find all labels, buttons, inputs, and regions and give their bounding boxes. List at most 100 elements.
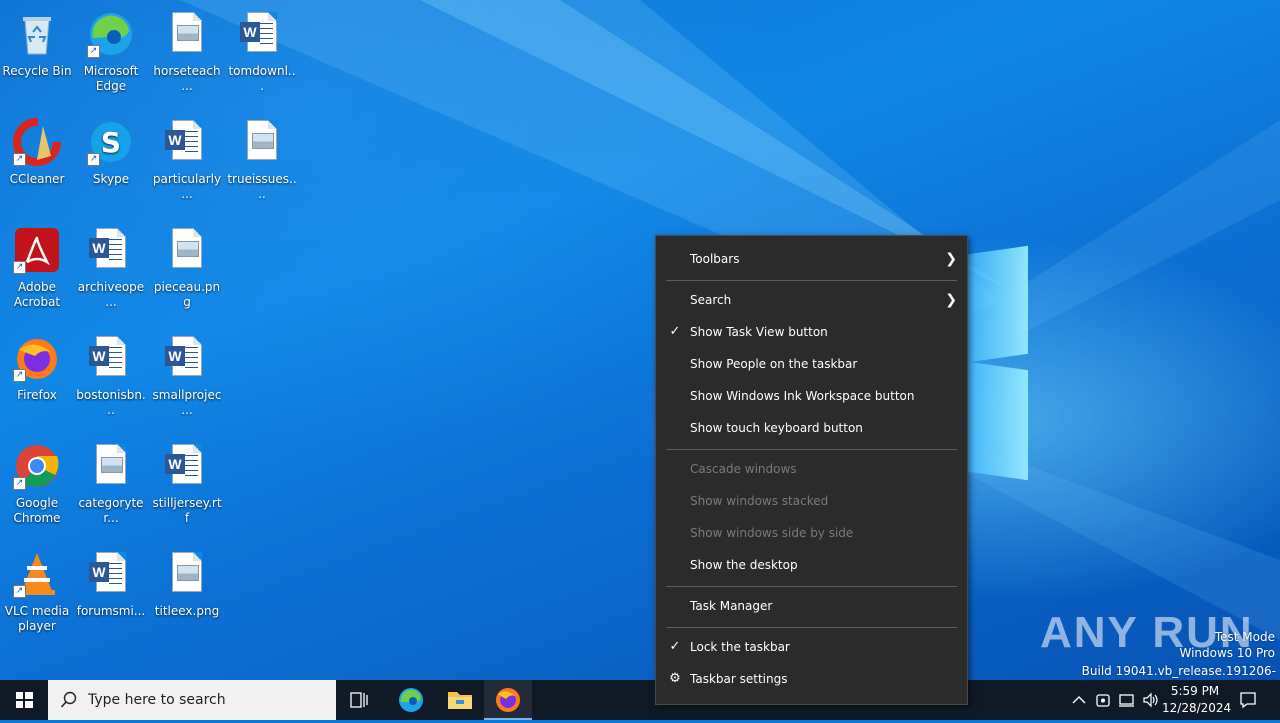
taskbar-clock[interactable]: 5:59 PM 12/28/2024 [1162, 683, 1232, 717]
ccleaner-icon: ↗ [13, 118, 61, 166]
security-tray-icon[interactable] [1093, 690, 1113, 710]
taskbar: Type here to search 5:59 PM 12/28/2024 [0, 680, 1280, 720]
chevron-right-icon: ❯ [945, 292, 957, 308]
menu-item-show-touch-keyboard-button[interactable]: Show touch keyboard button [656, 413, 967, 443]
desktop-icon[interactable]: categoryter... [74, 438, 148, 526]
chrome-icon: ↗ [13, 442, 61, 490]
word-document-icon: W [238, 10, 286, 58]
desktop-icon-label: smallprojec... [152, 388, 222, 417]
desktop-icon[interactable]: S ↗ Skype [74, 114, 148, 187]
task-view-button[interactable] [336, 680, 384, 720]
desktop-icon-label: particularly... [152, 172, 222, 201]
taskbar-file-explorer-button[interactable] [436, 680, 484, 720]
desktop-icon[interactable]: Wparticularly... [150, 114, 224, 202]
windows-edition-label: Windows 10 Pro [1179, 646, 1275, 660]
desktop-icon[interactable]: Wforumsmi... [74, 546, 148, 619]
menu-item-show-the-desktop[interactable]: Show the desktop [656, 550, 967, 580]
image-file-icon [163, 550, 211, 598]
taskbar-edge-button[interactable] [387, 680, 435, 720]
desktop-icon[interactable]: ↗ Firefox [0, 330, 74, 403]
search-placeholder: Type here to search [88, 692, 226, 708]
desktop[interactable]: Recycle Bin ↗ Microsoft Edge horseteach... W… [0, 0, 1280, 680]
menu-item-lock-the-taskbar[interactable]: ✓ Lock the taskbar [656, 632, 967, 662]
desktop-icon[interactable]: ↗ Microsoft Edge [74, 6, 148, 94]
desktop-icon-label: Google Chrome [13, 496, 61, 525]
task-view-icon [350, 692, 368, 708]
desktop-icon[interactable]: ↗ VLC media player [0, 546, 74, 634]
start-button[interactable] [0, 680, 48, 720]
word-document-icon: W [87, 550, 135, 598]
menu-item-cascade-windows: Cascade windows [656, 454, 967, 484]
desktop-icon[interactable]: pieceau.png [150, 222, 224, 310]
network-icon[interactable] [1117, 690, 1137, 710]
windows-start-icon [16, 692, 33, 708]
desktop-icon-label: Adobe Acrobat [13, 280, 61, 309]
shortcut-arrow-icon: ↗ [87, 45, 100, 58]
shortcut-arrow-icon: ↗ [13, 153, 26, 166]
desktop-icon[interactable]: Wstilljersey.rtf [150, 438, 224, 526]
desktop-icon-label: titleex.png [154, 604, 220, 618]
menu-item-label: Show Windows Ink Workspace button [690, 389, 915, 403]
desktop-icon-label: stilljersey.rtf [152, 496, 222, 525]
firefox-icon [496, 688, 520, 712]
menu-item-label: Show Task View button [690, 325, 828, 339]
desktop-icon[interactable]: Wsmallprojec... [150, 330, 224, 418]
menu-item-toolbars[interactable]: Toolbars ❯ [656, 244, 967, 274]
image-file-icon [163, 226, 211, 274]
gear-icon: ⚙ [669, 671, 681, 686]
menu-item-show-people-on-the-taskbar[interactable]: Show People on the taskbar [656, 349, 967, 379]
volume-icon[interactable] [1141, 690, 1161, 710]
desktop-icon-label: tomdownl... [228, 64, 296, 93]
menu-item-taskbar-settings[interactable]: ⚙ Taskbar settings [656, 664, 967, 694]
shortcut-arrow-icon: ↗ [13, 477, 26, 490]
desktop-icon[interactable]: Wtomdownl... [225, 6, 299, 94]
taskbar-firefox-button[interactable] [484, 680, 532, 720]
menu-item-show-windows-ink-workspace-button[interactable]: Show Windows Ink Workspace button [656, 381, 967, 411]
menu-separator [666, 449, 957, 450]
menu-item-label: Show touch keyboard button [690, 421, 863, 435]
show-hidden-icons-chevron-icon[interactable] [1069, 690, 1089, 710]
desktop-icon-label: CCleaner [9, 172, 65, 186]
menu-item-label: Show the desktop [690, 558, 798, 572]
clock-date: 12/28/2024 [1162, 701, 1232, 715]
taskbar-search-box[interactable]: Type here to search [48, 680, 336, 720]
desktop-icon-label: archiveope... [77, 280, 145, 309]
shortcut-arrow-icon: ↗ [13, 369, 26, 382]
word-document-icon: W [163, 442, 211, 490]
menu-item-task-manager[interactable]: Task Manager [656, 591, 967, 621]
desktop-icon-label: horseteach... [153, 64, 221, 93]
desktop-icon[interactable]: Recycle Bin [0, 6, 74, 79]
desktop-icon[interactable]: titleex.png [150, 546, 224, 619]
desktop-icon[interactable]: ↗ Google Chrome [0, 438, 74, 526]
word-document-icon: W [87, 226, 135, 274]
menu-item-show-windows-side-by-side: Show windows side by side [656, 518, 967, 548]
clock-time: 5:59 PM [1170, 684, 1220, 698]
desktop-icon-label: forumsmi... [76, 604, 146, 618]
desktop-icon-label: trueissues.... [227, 172, 297, 201]
skype-icon: S ↗ [87, 118, 135, 166]
file-explorer-icon [448, 692, 472, 709]
image-file-icon [87, 442, 135, 490]
desktop-icon-label: Microsoft Edge [83, 64, 139, 93]
notifications-icon[interactable] [1238, 690, 1258, 710]
menu-separator [666, 586, 957, 587]
desktop-icon[interactable]: Warchiveope... [74, 222, 148, 310]
search-icon [60, 691, 77, 708]
desktop-icon[interactable]: horseteach... [150, 6, 224, 94]
shortcut-arrow-icon: ↗ [13, 261, 26, 274]
word-document-icon: W [87, 334, 135, 382]
desktop-icon[interactable]: Wbostonisbn... [74, 330, 148, 418]
image-file-icon [238, 118, 286, 166]
shortcut-arrow-icon: ↗ [87, 153, 100, 166]
desktop-icon[interactable]: ↗ Adobe Acrobat [0, 222, 74, 310]
word-document-icon: W [163, 334, 211, 382]
svg-text:S: S [101, 126, 121, 159]
desktop-icon[interactable]: ↗ CCleaner [0, 114, 74, 187]
chevron-right-icon: ❯ [945, 251, 957, 267]
desktop-icon[interactable]: trueissues.... [225, 114, 299, 202]
vlc-icon: ↗ [13, 550, 61, 598]
menu-item-search[interactable]: Search ❯ [656, 285, 967, 315]
shortcut-arrow-icon: ↗ [13, 585, 26, 598]
menu-item-show-task-view-button[interactable]: ✓ Show Task View button [656, 317, 967, 347]
recycle-bin-icon [13, 10, 61, 58]
